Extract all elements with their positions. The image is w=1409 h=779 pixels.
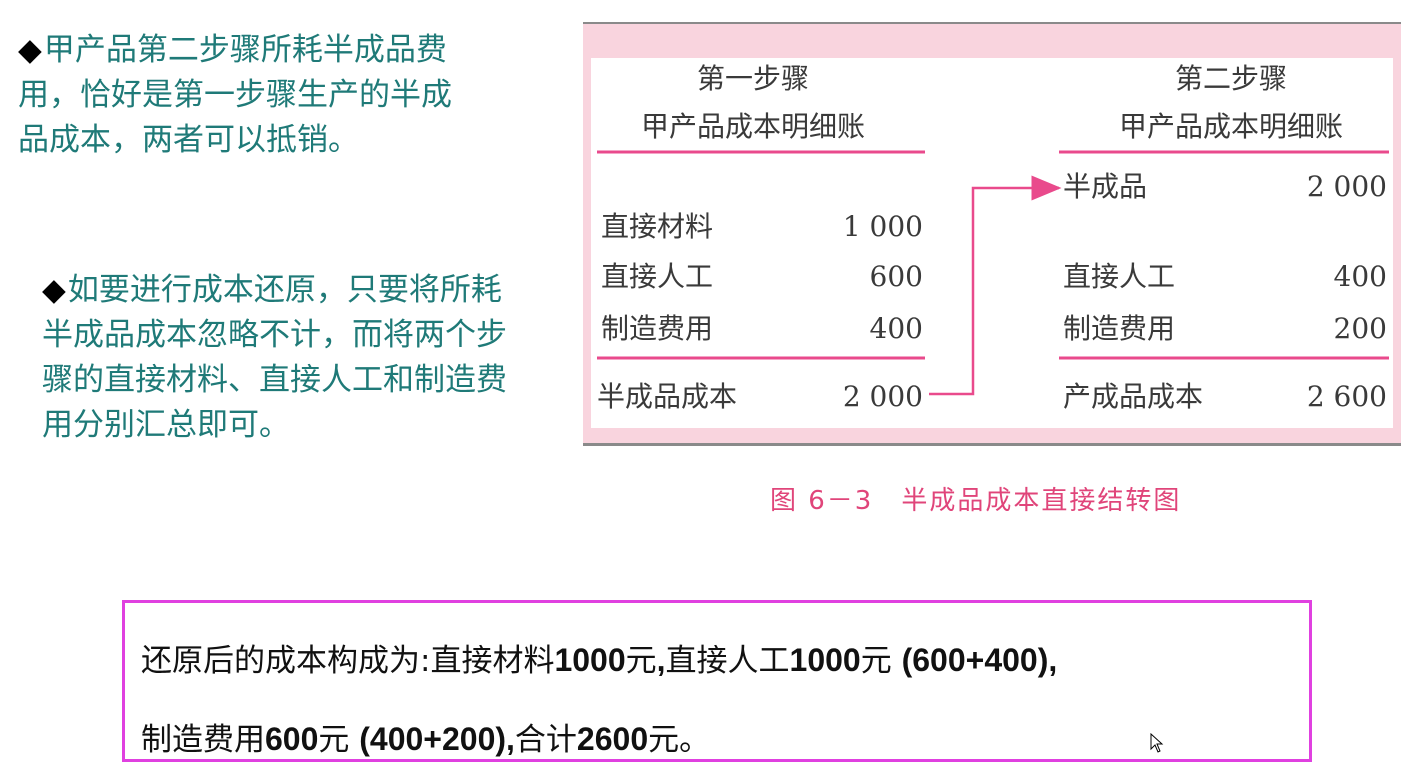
mouse-pointer-icon — [1150, 733, 1164, 753]
step2-transfer-value: 2 000 — [1307, 170, 1387, 203]
transfer-figure: 第一步骤 甲产品成本明细账 直接材料 1 000 直接人工 600 制造费用 4… — [583, 22, 1401, 446]
summary-number: 1000 — [789, 642, 861, 678]
summary-number: 2600 — [576, 721, 649, 757]
step2-row-label-2: 制造费用 — [1063, 312, 1175, 345]
step1-subtitle: 甲产品成本明细账 — [641, 110, 865, 143]
summary-text: 直接材料 — [430, 643, 555, 679]
summary-text: 元 — [625, 643, 657, 679]
summary-text: 元。 — [648, 722, 711, 758]
summary-text: 元 — [318, 722, 360, 758]
figure-svg: 第一步骤 甲产品成本明细账 直接材料 1 000 直接人工 600 制造费用 4… — [591, 58, 1393, 428]
step2-row-value-1: 400 — [1334, 260, 1387, 293]
summary-text: 还原后的成本构成为: — [141, 643, 431, 679]
step1-row-value-2: 600 — [870, 260, 923, 293]
step2-transfer-label: 半成品 — [1063, 170, 1147, 203]
step2-title: 第二步骤 — [1175, 62, 1287, 95]
step2-subtitle: 甲产品成本明细账 — [1119, 110, 1343, 143]
step1-row-label-3: 制造费用 — [601, 312, 713, 345]
step2-row-label-1: 直接人工 — [1063, 260, 1175, 293]
summary-number: 600 — [265, 721, 319, 757]
summary-line-1: 还原后的成本构成为:直接材料1000元,直接人工1000元 (600+400), — [141, 621, 1293, 700]
step1-total-label: 半成品成本 — [597, 380, 737, 413]
figure-caption: 图 6－3 半成品成本直接结转图 — [770, 486, 1182, 516]
summary-number: (400+200), — [359, 721, 515, 757]
summary-number: (600+400), — [901, 642, 1058, 678]
step1-title: 第一步骤 — [697, 62, 809, 95]
note-block-1: ◆甲产品第二步骤所耗半成品费用，恰好是第一步骤生产的半成品成本，两者可以抵销。 — [18, 28, 478, 163]
step1-row-label-1: 直接材料 — [601, 210, 713, 243]
diamond-bullet-icon: ◆ — [18, 32, 42, 68]
step1-row-value-1: 1 000 — [843, 210, 923, 243]
summary-text: 制造费用 — [141, 722, 265, 758]
note-text-2: 如要进行成本还原，只要将所耗半成品成本忽略不计，而将两个步骤的直接材料、直接人工… — [42, 272, 507, 443]
note-text-1: 甲产品第二步骤所耗半成品费用，恰好是第一步骤生产的半成品成本，两者可以抵销。 — [18, 32, 452, 158]
summary-line-2: 制造费用600元 (400+200),合计2600元。 — [141, 700, 1293, 779]
note-block-2: ◆如要进行成本还原，只要将所耗半成品成本忽略不计，而将两个步骤的直接材料、直接人… — [42, 268, 512, 448]
step1-row-value-3: 400 — [870, 312, 923, 345]
summary-number: , — [656, 642, 666, 678]
summary-number: 1000 — [554, 642, 626, 678]
step2-total-value: 2 600 — [1307, 380, 1387, 413]
step2-row-value-2: 200 — [1334, 312, 1387, 345]
summary-box: 还原后的成本构成为:直接材料1000元,直接人工1000元 (600+400),… — [122, 600, 1312, 762]
summary-text: 直接人工 — [665, 643, 790, 679]
step2-total-label: 产成品成本 — [1063, 380, 1203, 413]
diamond-bullet-icon: ◆ — [42, 272, 66, 308]
summary-text: 元 — [860, 643, 902, 679]
step1-total-value: 2 000 — [843, 380, 923, 413]
step1-row-label-2: 直接人工 — [601, 260, 713, 293]
summary-text: 合计 — [514, 722, 577, 758]
